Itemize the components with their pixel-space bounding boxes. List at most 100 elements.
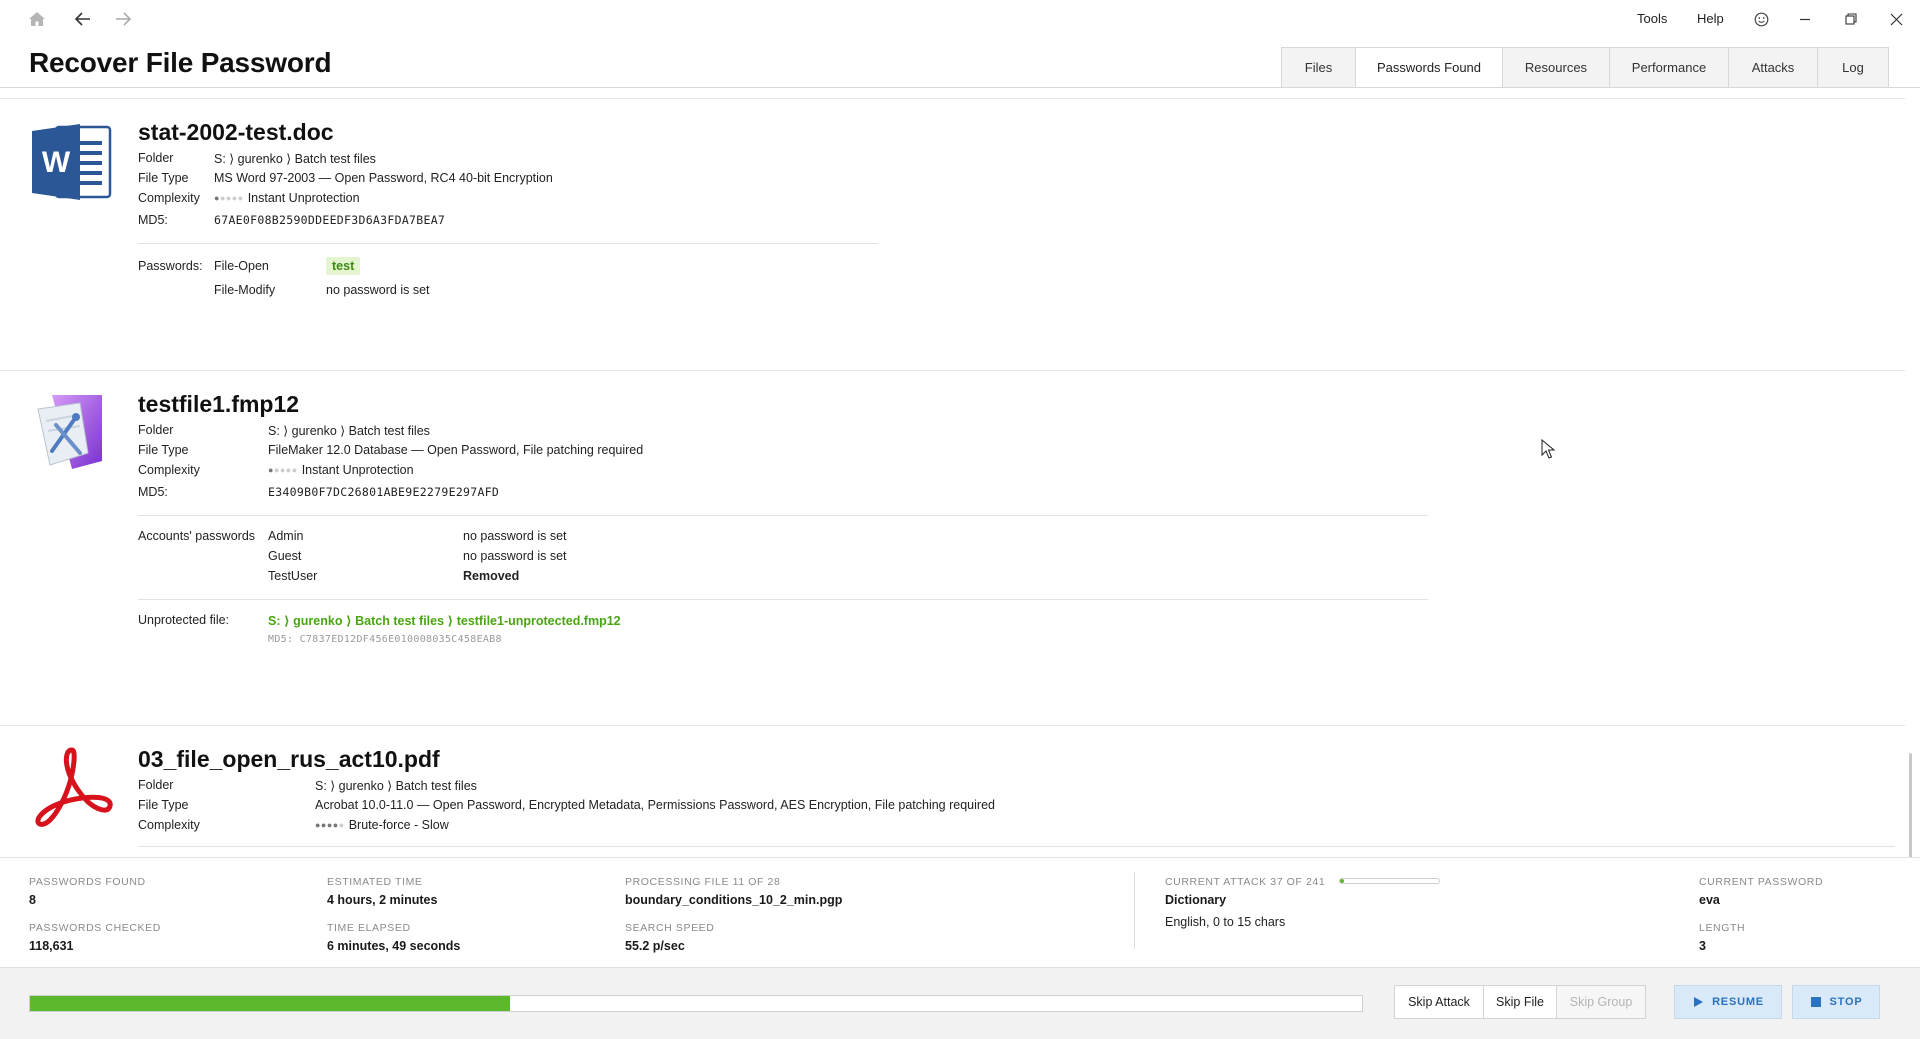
attack-progress-fill [1340, 879, 1344, 883]
account-password: no password is set [463, 549, 567, 563]
filemaker-icon [37, 395, 102, 469]
skip-group-button[interactable]: Skip Group [1556, 985, 1646, 1019]
file-card-fmp12: testfile1.fmp12 Folder S: ⟩ gurenko ⟩ Ba… [0, 371, 1905, 726]
complexity-dots: ●●●●● [268, 465, 298, 475]
account-name: Admin [268, 529, 304, 543]
tab-files[interactable]: Files [1281, 47, 1355, 88]
folder-label: Folder [138, 151, 174, 165]
md5-value: 67AE0F08B2590DDEEDF3D6A3FDA7BEA7 [214, 213, 446, 227]
word-document-icon: W [32, 124, 112, 200]
skip-attack-button[interactable]: Skip Attack [1394, 985, 1484, 1019]
svg-text:W: W [42, 146, 71, 179]
complexity-value: ●●●●● Instant Unprotection [214, 191, 360, 205]
skip-file-button[interactable]: Skip File [1483, 985, 1557, 1019]
unprotected-md5: MD5: C7837ED12DF456E010008035C458EAB8 [268, 634, 502, 645]
home-button[interactable] [24, 8, 50, 30]
mouse-cursor-icon [1541, 439, 1555, 459]
menu-tools[interactable]: Tools [1637, 11, 1667, 26]
time-elapsed-label: TIME ELAPSED [327, 922, 411, 934]
passwords-found-list[interactable]: W stat-2002-test.doc Folder S: ⟩ gurenko… [0, 88, 1920, 857]
md5-value: E3409B0F7DC26801ABE9E2279E297AFD [268, 485, 500, 499]
file-type-value: MS Word 97-2003 — Open Password, RC4 40-… [214, 171, 553, 185]
account-name: TestUser [268, 569, 318, 583]
complexity-value: ●●●●● Brute-force - Slow [315, 818, 449, 832]
estimated-time-value: 4 hours, 2 minutes [327, 893, 438, 907]
feedback-button[interactable] [1747, 8, 1775, 30]
unprotected-label: Unprotected file: [138, 613, 230, 627]
unprotected-file-link[interactable]: S: ⟩ gurenko ⟩ Batch test files ⟩ testfi… [268, 613, 621, 628]
current-attack-label: CURRENT ATTACK 37 OF 241 [1165, 876, 1326, 888]
search-speed-value: 55.2 p/sec [625, 939, 685, 953]
passwords-checked-value: 118,631 [29, 939, 74, 953]
restore-button[interactable] [1837, 8, 1865, 30]
account-password: no password is set [463, 529, 567, 543]
smiley-feedback-icon [1754, 12, 1768, 26]
minimize-button[interactable] [1791, 8, 1819, 30]
forward-button[interactable] [110, 8, 136, 30]
play-icon [1694, 997, 1704, 1007]
current-password-label: CURRENT PASSWORD [1699, 876, 1824, 888]
acrobat-pdf-icon [35, 747, 113, 827]
current-attack-detail: English, 0 to 15 chars [1165, 915, 1286, 929]
account-password-removed: Removed [463, 569, 520, 583]
overall-progress-fill [30, 996, 510, 1011]
stop-icon [1810, 997, 1821, 1007]
resume-label: RESUME [1712, 996, 1764, 1008]
section-divider [138, 599, 1428, 600]
search-speed-label: SEARCH SPEED [625, 922, 715, 934]
file-name: stat-2002-test.doc [138, 119, 334, 145]
md5-label: MD5: [138, 485, 168, 499]
tab-resources[interactable]: Resources [1502, 47, 1609, 88]
folder-label: Folder [138, 423, 174, 437]
overall-progress-bar [29, 995, 1363, 1012]
resume-button[interactable]: RESUME [1674, 985, 1782, 1019]
password-type-file-open: File-Open [214, 259, 269, 273]
title-bar: Tools Help [0, 0, 1920, 38]
md5-label: MD5: [138, 213, 168, 227]
section-divider [138, 846, 1895, 847]
file-type-label: File Type [138, 171, 189, 185]
tab-attacks[interactable]: Attacks [1728, 47, 1817, 88]
complexity-text: Instant Unprotection [301, 463, 414, 477]
file-type-value: FileMaker 12.0 Database — Open Password,… [268, 443, 644, 457]
estimated-time-label: ESTIMATED TIME [327, 876, 423, 888]
file-type-value: Acrobat 10.0-11.0 — Open Password, Encry… [315, 798, 995, 812]
file-name: 03_file_open_rus_act10.pdf [138, 746, 440, 772]
folder-label: Folder [138, 778, 174, 792]
back-arrow-icon [75, 12, 90, 26]
complexity-dots: ●●●●● [315, 820, 345, 830]
restore-icon [1845, 13, 1857, 25]
complexity-dots: ●●●●● [214, 193, 244, 203]
folder-value: S: ⟩ gurenko ⟩ Batch test files [214, 152, 376, 166]
current-password-value: eva [1699, 893, 1720, 907]
tab-bar: Files Passwords Found Resources Performa… [1281, 47, 1889, 88]
found-password-chip[interactable]: test [326, 257, 361, 275]
close-window-button[interactable] [1882, 8, 1910, 30]
tab-performance[interactable]: Performance [1609, 47, 1728, 88]
section-divider [138, 515, 1428, 516]
complexity-label: Complexity [138, 818, 200, 832]
file-card-doc: W stat-2002-test.doc Folder S: ⟩ gurenko… [0, 99, 1905, 379]
back-button[interactable] [70, 8, 96, 30]
attack-progress-bar [1339, 878, 1440, 884]
menu-help[interactable]: Help [1697, 11, 1724, 26]
section-divider [138, 243, 878, 244]
file-type-label: File Type [138, 443, 189, 457]
tab-log[interactable]: Log [1817, 47, 1889, 88]
folder-value: S: ⟩ gurenko ⟩ Batch test files [268, 424, 430, 438]
length-label: LENGTH [1699, 922, 1746, 934]
stop-button[interactable]: STOP [1792, 985, 1880, 1019]
close-icon [1890, 13, 1902, 25]
status-panel: PASSWORDS FOUND 8 PASSWORDS CHECKED 118,… [0, 857, 1920, 967]
file-name: testfile1.fmp12 [138, 391, 300, 417]
accounts-label: Accounts' passwords [138, 529, 256, 543]
passwords-found-value: 8 [29, 893, 36, 907]
complexity-label: Complexity [138, 463, 200, 477]
minimize-icon [1800, 18, 1810, 21]
time-elapsed-value: 6 minutes, 49 seconds [327, 939, 461, 953]
folder-value: S: ⟩ gurenko ⟩ Batch test files [315, 779, 477, 793]
vertical-scrollbar[interactable] [1909, 753, 1912, 857]
action-bar: Skip Attack Skip File Skip Group RESUME … [0, 967, 1920, 1039]
password-value: no password is set [326, 283, 430, 297]
tab-passwords-found[interactable]: Passwords Found [1355, 47, 1502, 88]
